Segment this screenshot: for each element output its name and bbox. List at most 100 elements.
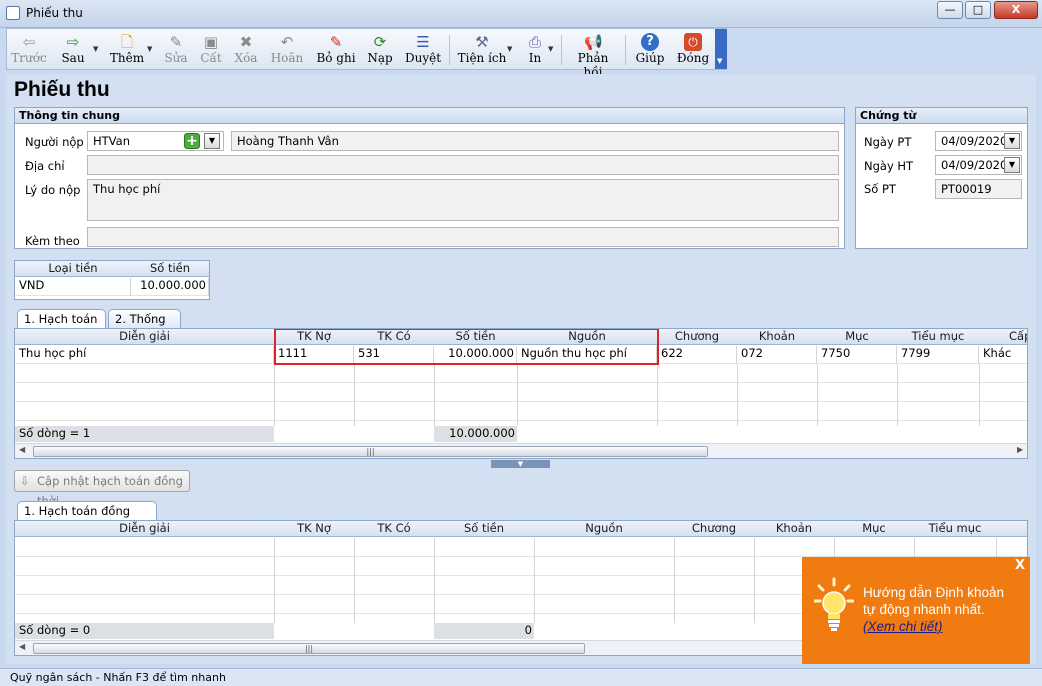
address-label: Địa chỉ [25, 159, 65, 173]
chevron-down-icon[interactable]: ▼ [93, 45, 98, 53]
cell-subitem[interactable]: 7799 [897, 346, 979, 364]
close-power-icon: ⏻ [684, 33, 702, 51]
toolbar-separator [625, 35, 626, 65]
prev-button[interactable]: ⇦ Trước [9, 31, 49, 69]
minimize-button[interactable]: — [937, 1, 963, 19]
cell-chapter[interactable]: 622 [657, 346, 737, 364]
col-section: Khoản [758, 329, 796, 343]
scroll-thumb[interactable]: ||| [33, 643, 585, 654]
add-button[interactable]: 🗋 Thêm [107, 31, 147, 69]
address-input[interactable] [87, 155, 839, 175]
reload-button[interactable]: ⟳ Nạp [363, 31, 397, 69]
chevron-down-icon[interactable]: ▼ [548, 45, 553, 53]
cell-description[interactable]: Thu học phí [15, 346, 274, 364]
currency-type-header: Loại tiền [15, 261, 131, 277]
feedback-button[interactable]: 📢 Phản hồi [567, 31, 619, 79]
help-icon: ? [641, 33, 659, 51]
popup-details-link[interactable]: (Xem chi tiết) [863, 619, 943, 634]
popup-close-icon[interactable]: X [1015, 558, 1025, 573]
maximize-button[interactable]: □ [965, 1, 991, 19]
horizontal-scrollbar[interactable]: ◀ ||| ▶ [15, 443, 1027, 458]
back-arrow-icon: ⇦ [22, 33, 36, 51]
general-info-header: Thông tin chung [15, 108, 844, 124]
next-button[interactable]: ⇨ Sau [53, 31, 93, 69]
browse-icon: ☰ [416, 33, 430, 51]
chevron-down-icon[interactable]: ▼ [147, 45, 152, 53]
general-info-group: Thông tin chung Người nộp HTVan + ▼ Hoàn… [14, 107, 845, 249]
scroll-thumb[interactable]: ||| [33, 446, 708, 457]
cell-section[interactable]: 072 [737, 346, 817, 364]
voucher-no-input[interactable]: PT00019 [935, 179, 1022, 199]
reason-input[interactable]: Thu học phí [87, 179, 839, 221]
save-disk-icon: ▣ [203, 33, 219, 51]
col-source: Nguồn [585, 521, 623, 535]
currency-table: Loại tiền Số tiền VND 10.000.000 [14, 260, 210, 300]
help-button[interactable]: ? Giúp [631, 31, 669, 69]
col-credit: TK Có [377, 521, 411, 535]
col-amount: Số tiền [463, 521, 505, 535]
cell-item[interactable]: 7750 [817, 346, 897, 364]
payer-label: Người nộp [25, 135, 84, 149]
toolbar: ⇦ Trước ⇨ Sau ▼ 🗋 Thêm ▼ ✎ Sửa ▣ Cất ✖ Xóa ↶ Ho… [6, 28, 727, 79]
date-pt-label: Ngày PT [864, 135, 912, 149]
cancel-button[interactable]: ↶ Hoãn [267, 31, 307, 69]
attach-input[interactable] [87, 227, 839, 247]
payer-dropdown-icon[interactable]: ▼ [204, 133, 220, 149]
undo-icon: ↶ [280, 33, 294, 51]
tip-popup: X Hướng dẫn Định khoản tự động nhanh nhấ… [802, 557, 1030, 664]
forward-arrow-icon: ⇨ [66, 33, 80, 51]
tab-statistics[interactable]: 2. Thống kê [108, 309, 181, 344]
col-subitem: Tiểu mục [928, 521, 982, 535]
close-button[interactable]: ⏻ Đóng [673, 31, 713, 69]
currency-type-cell[interactable]: VND [15, 278, 131, 296]
col-section: Khoản [775, 521, 813, 535]
col-chapter: Chương [691, 521, 737, 535]
scroll-right-icon[interactable]: ▶ [1017, 445, 1023, 454]
toolbar-separator [561, 35, 562, 65]
col-subitem: Tiểu mục [911, 329, 965, 343]
tab-accounting[interactable]: 1. Hạch toán [17, 309, 106, 328]
col-level: Cấp [1009, 329, 1027, 343]
unpost-button[interactable]: ✎ Bỏ ghi [313, 31, 359, 69]
splitter-handle[interactable]: ▼ [491, 460, 550, 468]
unpost-icon: ✎ [329, 33, 343, 51]
print-button[interactable]: ⎙ In [521, 31, 549, 69]
browse-button[interactable]: ☰ Duyệt [403, 31, 443, 69]
tab-concurrent-accounting[interactable]: 1. Hạch toán đồng thời [17, 501, 157, 536]
voucher-no-label: Số PT [864, 182, 896, 196]
add-payer-icon[interactable]: + [184, 133, 200, 149]
col-description: Diễn giải [119, 329, 170, 343]
delete-button[interactable]: ✖ Xóa [229, 31, 263, 69]
delete-icon: ✖ [239, 33, 253, 51]
summary-row: Số dòng = 1 10.000.000 [15, 426, 1027, 442]
date-ht-dropdown-icon[interactable]: ▼ [1004, 157, 1020, 173]
down-arrow-icon: ⇩ [20, 474, 30, 488]
chevron-down-icon[interactable]: ▼ [507, 45, 512, 53]
total-amount: 0 [524, 623, 532, 637]
scroll-left-icon[interactable]: ◀ [19, 445, 25, 454]
toolbar-overflow[interactable]: ▼ [715, 29, 727, 69]
date-pt-dropdown-icon[interactable]: ▼ [1004, 133, 1020, 149]
toolbar-separator [449, 35, 450, 65]
voucher-header: Chứng từ [856, 108, 1027, 124]
close-window-button[interactable]: X [994, 1, 1038, 19]
title-bar: Phiếu thu — □ X [0, 0, 1042, 28]
scroll-left-icon[interactable]: ◀ [19, 642, 25, 651]
update-concurrent-button[interactable]: ⇩ Cập nhật hạch toán đồng thời [14, 470, 190, 508]
utilities-button[interactable]: ⚒ Tiện ích [457, 31, 507, 69]
edit-button[interactable]: ✎ Sửa [159, 31, 193, 69]
col-description: Diễn giải [119, 521, 170, 535]
save-button[interactable]: ▣ Cất [195, 31, 227, 69]
status-bar: Quỹ ngân sách - Nhấn F3 để tìm nhanh [0, 668, 1042, 686]
empty-rows [15, 364, 1027, 426]
edit-doc-icon: ✎ [169, 33, 183, 51]
cell-level[interactable]: Khác [979, 346, 1027, 364]
lightbulb-icon [813, 577, 855, 631]
popup-line2: tự động nhanh nhất. [863, 602, 985, 617]
col-chapter: Chương [674, 329, 720, 343]
voucher-group: Chứng từ Ngày PT 04/09/2020 ▼ Ngày HT 04… [855, 107, 1028, 249]
payer-name-input[interactable]: Hoàng Thanh Vân [231, 131, 839, 151]
currency-amount-cell[interactable]: 10.000.000 [131, 278, 209, 296]
accounting-grid: Diễn giải TK Nợ TK Có Số tiền Nguồn Chươ… [14, 328, 1028, 459]
tools-icon: ⚒ [475, 33, 489, 51]
